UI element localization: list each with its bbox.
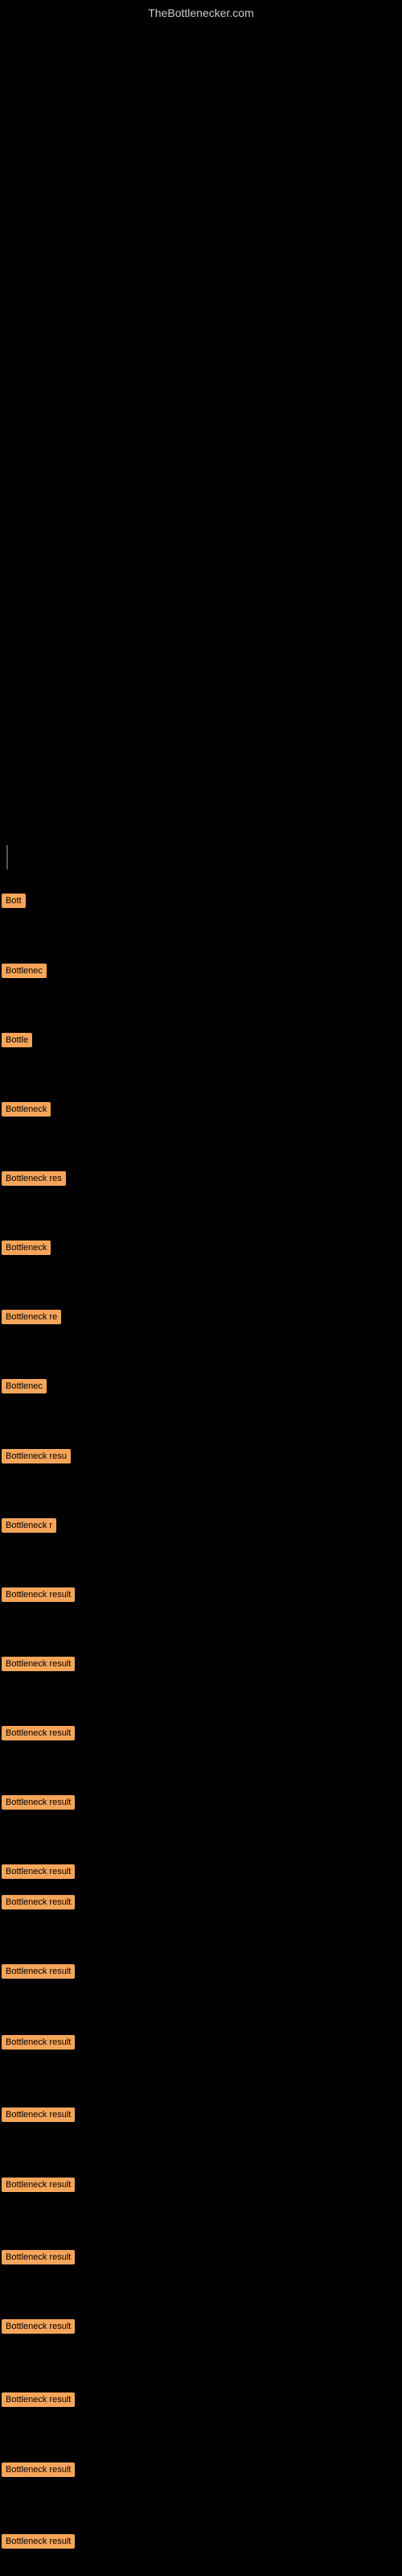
bottleneck-result-label-25: Bottleneck result — [2, 2534, 75, 2549]
bottleneck-result-label-15: Bottleneck result — [2, 1864, 75, 1879]
bottleneck-result-label-8: Bottlenec — [2, 1379, 47, 1393]
bottleneck-result-label-4: Bottleneck — [2, 1102, 51, 1117]
vertical-line — [6, 845, 8, 869]
bottleneck-result-label-9: Bottleneck resu — [2, 1449, 71, 1463]
bottleneck-result-label-16: Bottleneck result — [2, 1895, 75, 1909]
bottleneck-result-label-19: Bottleneck result — [2, 2107, 75, 2122]
bottleneck-result-label-6: Bottleneck — [2, 1241, 51, 1255]
bottleneck-result-label-1: Bott — [2, 894, 26, 908]
site-title: TheBottlenecker.com — [148, 6, 254, 19]
bottleneck-result-label-24: Bottleneck result — [2, 2462, 75, 2477]
bottleneck-result-label-12: Bottleneck result — [2, 1657, 75, 1671]
bottleneck-result-label-22: Bottleneck result — [2, 2319, 75, 2334]
bottleneck-result-label-17: Bottleneck result — [2, 1964, 75, 1979]
bottleneck-result-label-23: Bottleneck result — [2, 2392, 75, 2407]
bottleneck-result-label-10: Bottleneck r — [2, 1518, 56, 1533]
bottleneck-result-label-2: Bottlenec — [2, 964, 47, 978]
bottleneck-result-label-5: Bottleneck res — [2, 1171, 66, 1186]
bottleneck-result-label-14: Bottleneck result — [2, 1795, 75, 1810]
bottleneck-result-label-21: Bottleneck result — [2, 2250, 75, 2264]
bottleneck-result-label-3: Bottle — [2, 1033, 32, 1047]
bottleneck-result-label-13: Bottleneck result — [2, 1726, 75, 1740]
bottleneck-result-label-7: Bottleneck re — [2, 1310, 61, 1324]
bottleneck-result-label-18: Bottleneck result — [2, 2035, 75, 2050]
bottleneck-result-label-20: Bottleneck result — [2, 2178, 75, 2192]
bottleneck-result-label-11: Bottleneck result — [2, 1587, 75, 1602]
